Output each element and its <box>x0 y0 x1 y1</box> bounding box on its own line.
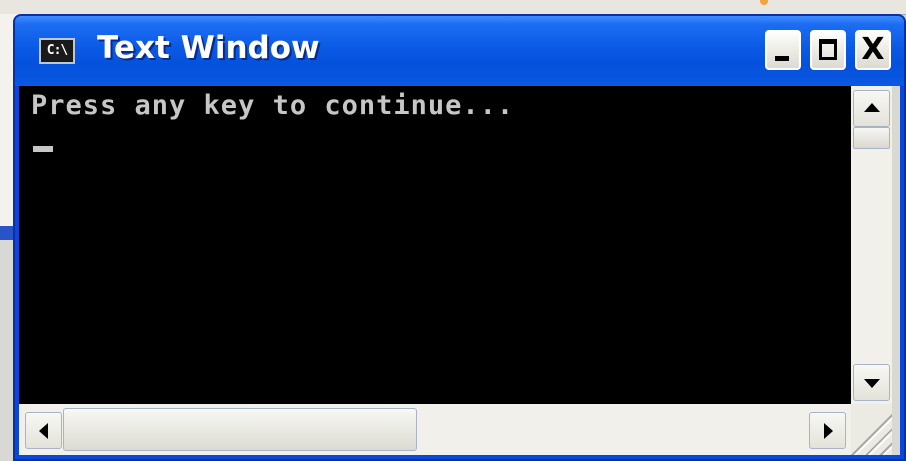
minimize-button[interactable] <box>765 30 801 70</box>
scroll-down-button[interactable] <box>853 364 890 401</box>
scroll-right-button[interactable] <box>809 412 846 449</box>
vertical-scrollbar[interactable] <box>851 86 892 404</box>
scroll-up-button[interactable] <box>853 90 890 127</box>
scroll-down-arrow-icon <box>864 379 880 388</box>
resize-grip-icon[interactable] <box>851 404 892 455</box>
scroll-left-button[interactable] <box>25 412 62 449</box>
close-icon: X <box>861 32 885 67</box>
console-output[interactable]: Press any key to continue... <box>19 86 851 404</box>
maximize-button[interactable] <box>810 30 846 70</box>
text-cursor <box>33 146 53 152</box>
maximize-icon <box>819 39 837 60</box>
console-line: Press any key to continue... <box>31 90 515 121</box>
vertical-scroll-thumb[interactable] <box>853 127 890 149</box>
title-bar[interactable]: C:\ Text Window X <box>15 16 904 86</box>
horizontal-scroll-thumb[interactable] <box>63 408 417 451</box>
minimize-icon <box>775 56 789 61</box>
scroll-up-arrow-icon <box>864 103 880 112</box>
scroll-right-arrow-icon <box>824 423 833 439</box>
close-button[interactable]: X <box>855 30 891 70</box>
horizontal-scrollbar[interactable] <box>19 404 851 455</box>
client-area: Press any key to continue... <box>19 86 900 455</box>
console-icon[interactable]: C:\ <box>39 38 75 64</box>
scroll-left-arrow-icon <box>39 423 48 439</box>
background-window-edge <box>0 0 906 15</box>
window-title: Text Window <box>97 30 320 66</box>
text-window[interactable]: C:\ Text Window X Press any key to conti… <box>13 14 906 461</box>
